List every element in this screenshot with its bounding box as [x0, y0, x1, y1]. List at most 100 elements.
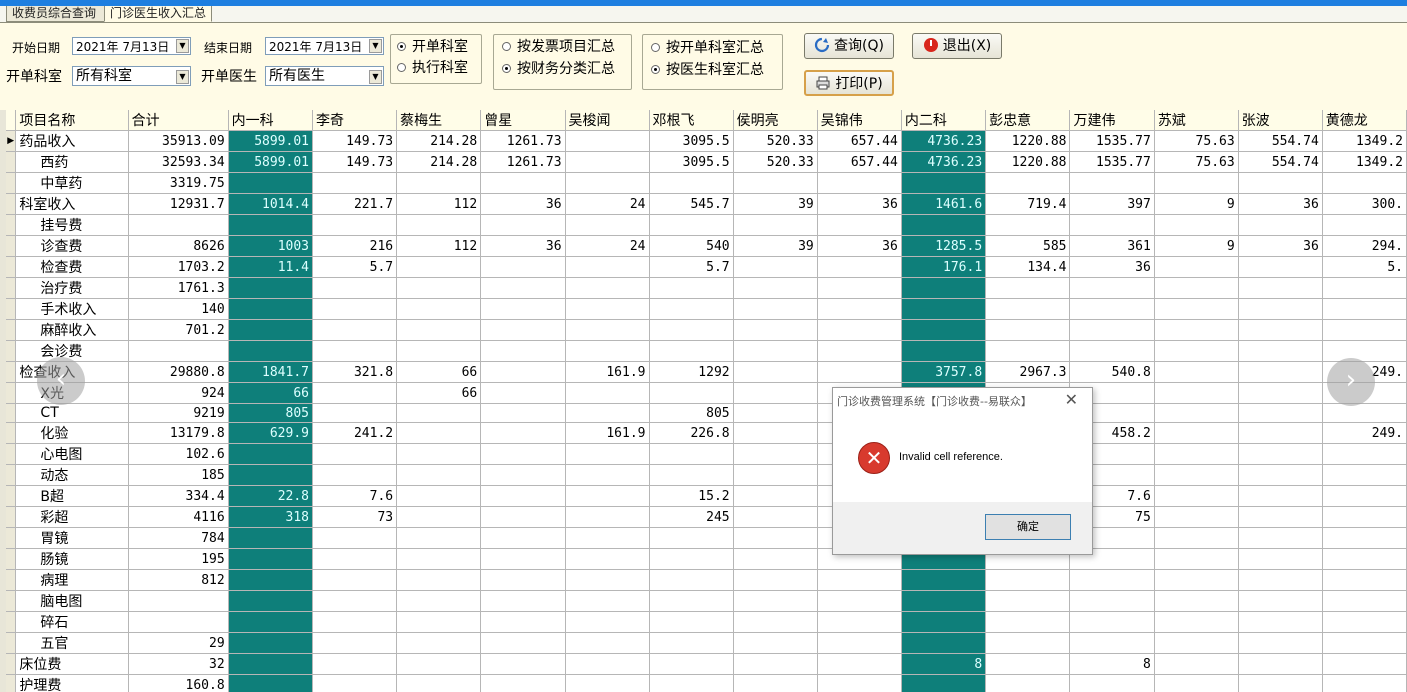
grid-cell[interactable]	[565, 527, 650, 549]
grid-cell[interactable]: 520.33	[733, 151, 818, 173]
grid-cell[interactable]	[1154, 403, 1239, 423]
grid-cell[interactable]	[1322, 214, 1407, 236]
row-selector[interactable]	[6, 443, 17, 465]
grid-cell[interactable]	[312, 464, 398, 486]
grid-cell[interactable]	[1069, 340, 1155, 362]
grid-cell[interactable]	[1322, 464, 1407, 486]
grid-cell[interactable]: 300.	[1322, 193, 1407, 215]
grid-cell[interactable]: 140	[128, 298, 229, 320]
row-selector[interactable]	[6, 382, 17, 404]
grid-cell[interactable]: 112	[396, 235, 482, 257]
grid-cell[interactable]	[1322, 340, 1407, 362]
grid-cell[interactable]	[985, 172, 1071, 194]
grid-cell[interactable]	[1069, 674, 1155, 692]
next-page-arrow[interactable]: ›	[1327, 358, 1375, 406]
grid-cell[interactable]	[985, 214, 1071, 236]
column-header[interactable]: 曾星	[480, 110, 566, 131]
grid-cell[interactable]: 554.74	[1238, 130, 1323, 152]
grid-cell[interactable]	[733, 611, 818, 633]
grid-cell[interactable]	[312, 382, 398, 404]
table-row[interactable]: 床位费 32 8 8	[6, 653, 1407, 675]
grid-cell[interactable]	[649, 382, 734, 404]
grid-cell[interactable]	[312, 298, 398, 320]
grid-cell[interactable]	[565, 130, 650, 152]
grid-cell[interactable]	[312, 548, 398, 570]
grid-cell[interactable]	[901, 611, 987, 633]
grid-cell[interactable]: 214.28	[396, 130, 482, 152]
grid-cell[interactable]	[565, 382, 650, 404]
table-row[interactable]: 脑电图	[6, 590, 1407, 612]
grid-cell[interactable]	[649, 653, 734, 675]
grid-cell[interactable]	[228, 548, 314, 570]
grid-cell[interactable]	[565, 319, 650, 341]
column-header[interactable]: 彭忠意	[985, 110, 1071, 131]
grid-cell[interactable]: 32593.34	[128, 151, 229, 173]
column-header[interactable]: 苏斌	[1154, 110, 1239, 131]
grid-cell[interactable]	[1238, 214, 1323, 236]
grid-cell[interactable]: 24	[565, 193, 650, 215]
grid-cell[interactable]	[1154, 611, 1239, 633]
grid-cell[interactable]	[1154, 506, 1239, 528]
grid-cell[interactable]	[312, 674, 398, 692]
grid-cell[interactable]	[649, 277, 734, 299]
grid-cell[interactable]	[565, 506, 650, 528]
dept-select[interactable]: 所有科室 ▼	[72, 66, 191, 86]
grid-cell[interactable]	[565, 151, 650, 173]
table-row[interactable]: 碎石	[6, 611, 1407, 633]
table-row[interactable]: 手术收入 140	[6, 298, 1407, 320]
grid-cell[interactable]	[396, 527, 482, 549]
grid-cell[interactable]	[228, 214, 314, 236]
table-row[interactable]: 诊查费 8626 1003 216 112 36 24 540 39 36 1285.5 585 361…	[6, 235, 1407, 257]
grid-cell[interactable]: 361	[1069, 235, 1155, 257]
grid-cell[interactable]	[396, 653, 482, 675]
grid-cell[interactable]	[228, 340, 314, 362]
grid-cell[interactable]: 554.74	[1238, 151, 1323, 173]
grid-cell[interactable]	[1154, 632, 1239, 654]
row-selector[interactable]	[6, 548, 17, 570]
grid-cell[interactable]	[1238, 527, 1323, 549]
tab-cashier-query[interactable]: 收费员综合查询	[6, 6, 106, 22]
grid-cell[interactable]: 35913.09	[128, 130, 229, 152]
grid-cell[interactable]	[985, 298, 1071, 320]
grid-cell[interactable]: 4736.23	[901, 130, 987, 152]
row-selector[interactable]	[6, 527, 17, 549]
grid-cell[interactable]	[312, 214, 398, 236]
grid-cell[interactable]	[817, 298, 902, 320]
grid-cell[interactable]	[480, 653, 566, 675]
grid-cell[interactable]	[1322, 172, 1407, 194]
grid-cell[interactable]	[228, 464, 314, 486]
grid-cell[interactable]: 36	[817, 235, 902, 257]
grid-cell[interactable]: 1285.5	[901, 235, 987, 257]
grid-cell[interactable]	[817, 611, 902, 633]
grid-cell[interactable]	[1154, 485, 1239, 507]
row-selector[interactable]	[6, 632, 17, 654]
grid-cell[interactable]: 3757.8	[901, 361, 987, 383]
grid-cell[interactable]	[312, 611, 398, 633]
grid-cell[interactable]	[1154, 256, 1239, 278]
grid-cell[interactable]	[817, 569, 902, 591]
row-selector[interactable]	[6, 506, 17, 528]
grid-cell[interactable]	[396, 298, 482, 320]
grid-cell[interactable]	[733, 214, 818, 236]
grid-cell[interactable]: 216	[312, 235, 398, 257]
grid-cell[interactable]: 1220.88	[985, 151, 1071, 173]
grid-cell[interactable]: 5.	[1322, 256, 1407, 278]
grid-cell[interactable]	[733, 674, 818, 692]
grid-cell[interactable]	[1322, 298, 1407, 320]
grid-cell[interactable]	[901, 569, 987, 591]
grid-cell[interactable]	[901, 674, 987, 692]
row-selector[interactable]	[6, 611, 17, 633]
grid-cell[interactable]	[565, 464, 650, 486]
grid-cell[interactable]	[128, 590, 229, 612]
table-row[interactable]: 护理费 160.8	[6, 674, 1407, 692]
grid-cell[interactable]: 784	[128, 527, 229, 549]
grid-cell[interactable]	[1238, 443, 1323, 465]
grid-cell[interactable]	[649, 569, 734, 591]
grid-cell[interactable]	[733, 422, 818, 444]
row-selector[interactable]	[6, 193, 17, 215]
grid-cell[interactable]	[396, 611, 482, 633]
grid-cell[interactable]	[565, 298, 650, 320]
grid-cell[interactable]: 161.9	[565, 361, 650, 383]
grid-cell[interactable]	[228, 653, 314, 675]
grid-cell[interactable]	[817, 319, 902, 341]
